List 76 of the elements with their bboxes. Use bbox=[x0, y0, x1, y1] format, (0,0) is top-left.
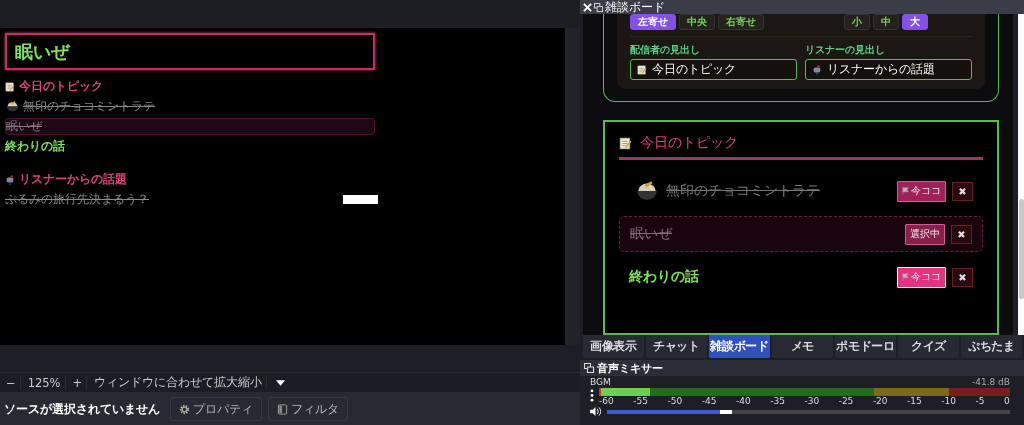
field-label: 配信者の見出し bbox=[630, 43, 701, 57]
now-button[interactable]: 今ココ bbox=[897, 266, 946, 288]
speaker-icon[interactable] bbox=[590, 407, 601, 416]
topic-text: ぷるみの旅行先決まるう？ bbox=[5, 192, 149, 207]
memo-icon bbox=[637, 64, 647, 75]
undock-icon[interactable] bbox=[594, 2, 603, 12]
meter-tick-label: -30 bbox=[804, 396, 820, 406]
meter-tick-label: -20 bbox=[872, 396, 888, 406]
memo-icon bbox=[5, 81, 15, 92]
topic-text: 終わりの話 bbox=[5, 139, 65, 154]
zoom-in-button[interactable]: + bbox=[68, 375, 88, 390]
meter-tick-label: -55 bbox=[633, 396, 648, 406]
meter-tick-label: -15 bbox=[907, 396, 922, 406]
memo-icon bbox=[619, 136, 632, 150]
volume-slider[interactable] bbox=[607, 409, 1010, 414]
meter-tick-label: -5 bbox=[975, 396, 985, 406]
meter-tick-label: -60 bbox=[599, 396, 614, 406]
mailbox-icon bbox=[5, 174, 15, 185]
delete-button[interactable]: ✖ bbox=[951, 224, 972, 244]
properties-button[interactable]: プロパティ bbox=[170, 397, 262, 421]
topic-text: 無印のチョコミントラテ bbox=[23, 99, 155, 114]
align-button[interactable]: 右寄せ bbox=[718, 14, 764, 30]
topic-text: 眠いぜ bbox=[6, 119, 42, 134]
topic-text: 終わりの話 bbox=[629, 268, 700, 286]
scrollbar-thumb[interactable] bbox=[1018, 199, 1024, 299]
rice-bowl-icon bbox=[5, 99, 20, 114]
topic-text: 眠いぜ bbox=[630, 225, 674, 243]
now-button[interactable]: 今ココ bbox=[897, 180, 946, 202]
zoom-out-button[interactable]: − bbox=[2, 375, 21, 390]
dock-tab[interactable]: 画像表示 bbox=[583, 335, 644, 358]
more-options-icon[interactable] bbox=[590, 389, 594, 402]
zoom-level: 125% bbox=[23, 375, 66, 390]
filters-button[interactable]: フィルタ bbox=[268, 397, 348, 421]
meter-tick-label: -40 bbox=[735, 396, 751, 406]
meter-tick-label: -50 bbox=[667, 396, 683, 406]
mailbox-icon bbox=[812, 64, 822, 75]
size-button[interactable]: 小 bbox=[844, 14, 870, 30]
dock-tab[interactable]: メモ bbox=[772, 335, 833, 358]
heading-input[interactable]: リスナーからの話題 bbox=[805, 59, 972, 80]
meter-tick-label: -45 bbox=[701, 396, 717, 406]
align-button[interactable]: 中央 bbox=[679, 14, 715, 30]
meter-tick-label: 0 bbox=[1004, 396, 1010, 406]
heading-input[interactable]: 今日のトピック bbox=[630, 59, 797, 80]
size-button[interactable]: 中 bbox=[873, 14, 899, 30]
now-button[interactable]: 選択中 bbox=[905, 223, 945, 245]
topic-text: 無印のチョコミントラテ bbox=[666, 182, 821, 200]
section-heading: 今日のトピック bbox=[19, 79, 103, 94]
meter-tick-label: -10 bbox=[941, 396, 957, 406]
no-source-label: ソースが選択されていません bbox=[4, 401, 161, 417]
flag-icon bbox=[902, 273, 910, 281]
fit-window-option[interactable]: ウィンドウに合わせて拡大縮小 bbox=[90, 375, 268, 390]
meter-tick-label: -25 bbox=[838, 396, 854, 406]
flag-icon bbox=[902, 187, 910, 195]
section-heading: 今日のトピック bbox=[640, 134, 738, 152]
mixer-title: 音声ミキサー bbox=[597, 360, 663, 376]
dock-tab[interactable]: クイズ bbox=[898, 335, 959, 358]
dock-tab[interactable]: ぷちたま bbox=[961, 335, 1022, 358]
board-title: 眠いぜ bbox=[5, 33, 375, 70]
field-label: リスナーの見出し bbox=[805, 43, 886, 57]
volume-reading: -41.8 dB bbox=[971, 377, 1010, 388]
dock-tab[interactable]: ポモドーロ bbox=[835, 335, 896, 358]
undock-icon[interactable] bbox=[584, 363, 594, 373]
settings-icon bbox=[179, 403, 190, 415]
dock-tab[interactable]: チャット bbox=[646, 335, 707, 358]
meter-tick-label: -35 bbox=[770, 396, 785, 406]
filter-icon bbox=[277, 403, 288, 415]
dock-tab[interactable]: 雑談ボード bbox=[709, 335, 770, 358]
delete-button[interactable]: ✖ bbox=[952, 181, 973, 201]
channel-name: BGM bbox=[590, 377, 611, 388]
dock-title: 雑談ボード bbox=[605, 0, 665, 14]
close-icon[interactable] bbox=[583, 2, 592, 12]
dropdown-icon[interactable] bbox=[276, 379, 286, 386]
section-heading: リスナーからの話題 bbox=[19, 172, 127, 187]
delete-button[interactable]: ✖ bbox=[952, 267, 973, 287]
align-button[interactable]: 左寄せ bbox=[630, 14, 676, 30]
size-button[interactable]: 大 bbox=[902, 14, 928, 30]
